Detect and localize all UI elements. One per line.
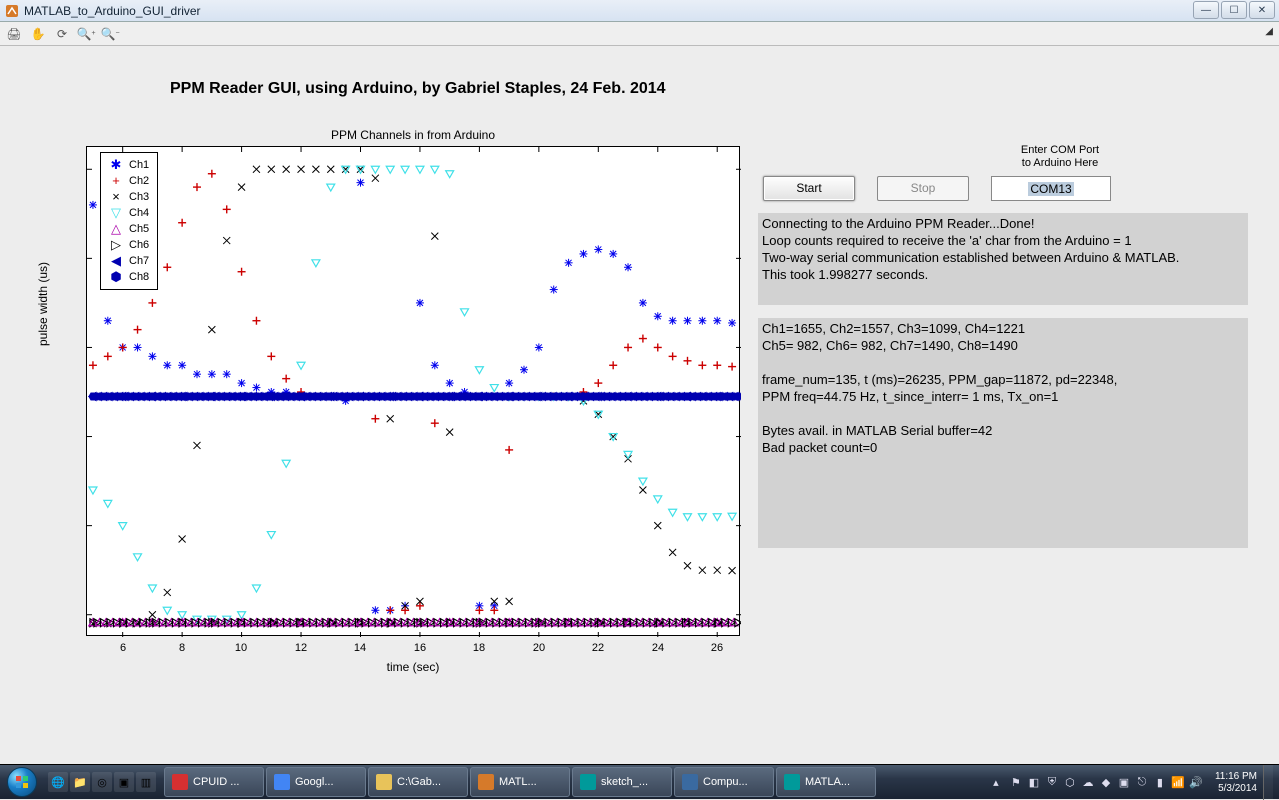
- legend-item: ◀Ch7: [109, 253, 149, 269]
- taskbar-item[interactable]: C:\Gab...: [368, 767, 468, 797]
- taskbar-item[interactable]: MATLA...: [776, 767, 876, 797]
- start-button[interactable]: Start: [763, 176, 855, 201]
- legend: ✱Ch1+Ch2×Ch3▽Ch4△Ch5▷Ch6◀Ch7⬢Ch8: [100, 152, 158, 290]
- tray-icon[interactable]: ⚑: [1009, 776, 1023, 790]
- chart-plot: [87, 147, 741, 637]
- taskbar-item[interactable]: CPUID ...: [164, 767, 264, 797]
- taskbar-item[interactable]: sketch_...: [572, 767, 672, 797]
- legend-item: ⬢Ch8: [109, 269, 149, 285]
- taskbar-item[interactable]: Compu...: [674, 767, 774, 797]
- channel-status-panel: Ch1=1655, Ch2=1557, Ch3=1099, Ch4=1221Ch…: [758, 318, 1248, 548]
- system-tray: ▴ ⚑ ◧ ⛨ ⬡ ☁ ◆ ▣ ⎋ ▮ 📶 🔊 11:16 PM 5/3/201…: [989, 765, 1279, 800]
- x-axis-label: time (sec): [86, 660, 740, 674]
- tray-icon[interactable]: ⛨: [1045, 776, 1059, 790]
- pinned-folder-icon[interactable]: 📁: [70, 772, 90, 792]
- legend-item: +Ch2: [109, 173, 149, 189]
- xtick: 10: [226, 642, 256, 654]
- xtick: 20: [524, 642, 554, 654]
- xtick: 14: [345, 642, 375, 654]
- app-icon: [4, 3, 20, 19]
- tray-icon[interactable]: ▣: [1117, 776, 1131, 790]
- legend-item: ▷Ch6: [109, 237, 149, 253]
- com-port-input[interactable]: COM13: [991, 176, 1111, 201]
- tray-icon[interactable]: ⬡: [1063, 776, 1077, 790]
- com-port-label: Enter COM Portto Arduino Here: [1000, 144, 1120, 170]
- xtick: 12: [286, 642, 316, 654]
- taskbar-item[interactable]: Googl...: [266, 767, 366, 797]
- task-items: CPUID ...Googl...C:\Gab...MATL...sketch_…: [164, 767, 876, 797]
- window-titlebar: MATLAB_to_Arduino_GUI_driver — ☐ ✕: [0, 0, 1279, 22]
- window-title: MATLAB_to_Arduino_GUI_driver: [24, 4, 201, 18]
- show-desktop-button[interactable]: [1263, 765, 1273, 800]
- tray-icon[interactable]: ◆: [1099, 776, 1113, 790]
- pinned-app-icon[interactable]: ▥: [136, 772, 156, 792]
- xtick: 26: [702, 642, 732, 654]
- xtick: 22: [583, 642, 613, 654]
- xtick: 18: [464, 642, 494, 654]
- tray-network-icon[interactable]: 📶: [1171, 776, 1185, 790]
- connection-status-panel: Connecting to the Arduino PPM Reader...D…: [758, 213, 1248, 305]
- stop-button[interactable]: Stop: [877, 176, 969, 201]
- clock[interactable]: 11:16 PM 5/3/2014: [1215, 771, 1257, 795]
- pinned-ie-icon[interactable]: 🌐: [48, 772, 68, 792]
- taskbar: 🌐 📁 ◎ ▣ ▥ CPUID ...Googl...C:\Gab...MATL…: [0, 764, 1279, 799]
- figure-area: PPM Reader GUI, using Arduino, by Gabrie…: [0, 46, 1279, 764]
- pinned-media-icon[interactable]: ▣: [114, 772, 134, 792]
- tray-icon[interactable]: ◧: [1027, 776, 1041, 790]
- tray-battery-icon[interactable]: ▮: [1153, 776, 1167, 790]
- tray-icon[interactable]: ⎋: [1135, 776, 1149, 790]
- tray-icon[interactable]: ☁: [1081, 776, 1095, 790]
- main-title: PPM Reader GUI, using Arduino, by Gabrie…: [170, 80, 666, 98]
- xtick: 6: [108, 642, 138, 654]
- xtick: 24: [643, 642, 673, 654]
- start-button-orb[interactable]: [0, 765, 44, 800]
- minimize-button[interactable]: —: [1193, 1, 1219, 19]
- figure-toolbar: 🖨 ✋ ⟳ 🔍+ 🔍− ◢: [0, 22, 1279, 46]
- y-axis-label: pulse width (us): [36, 262, 50, 346]
- taskbar-item[interactable]: MATL...: [470, 767, 570, 797]
- legend-item: ×Ch3: [109, 189, 149, 205]
- tray-up-icon[interactable]: ▴: [989, 776, 1003, 790]
- print-icon[interactable]: 🖨: [6, 26, 22, 42]
- toolbar-menu-icon[interactable]: ◢: [1265, 26, 1273, 37]
- legend-item: △Ch5: [109, 221, 149, 237]
- tray-volume-icon[interactable]: 🔊: [1189, 776, 1203, 790]
- chart-axes: [86, 146, 740, 636]
- chart-subtitle: PPM Channels in from Arduino: [86, 128, 740, 142]
- legend-item: ▽Ch4: [109, 205, 149, 221]
- xtick: 16: [405, 642, 435, 654]
- xtick: 8: [167, 642, 197, 654]
- maximize-button[interactable]: ☐: [1221, 1, 1247, 19]
- rotate-icon[interactable]: ⟳: [54, 26, 70, 42]
- legend-item: ✱Ch1: [109, 157, 149, 173]
- windows-logo-icon: [7, 767, 37, 797]
- pinned-chrome-icon[interactable]: ◎: [92, 772, 112, 792]
- pinned-icons: 🌐 📁 ◎ ▣ ▥: [48, 772, 156, 792]
- zoom-out-icon[interactable]: 🔍−: [102, 26, 118, 42]
- close-button[interactable]: ✕: [1249, 1, 1275, 19]
- pan-icon[interactable]: ✋: [30, 26, 46, 42]
- zoom-in-icon[interactable]: 🔍+: [78, 26, 94, 42]
